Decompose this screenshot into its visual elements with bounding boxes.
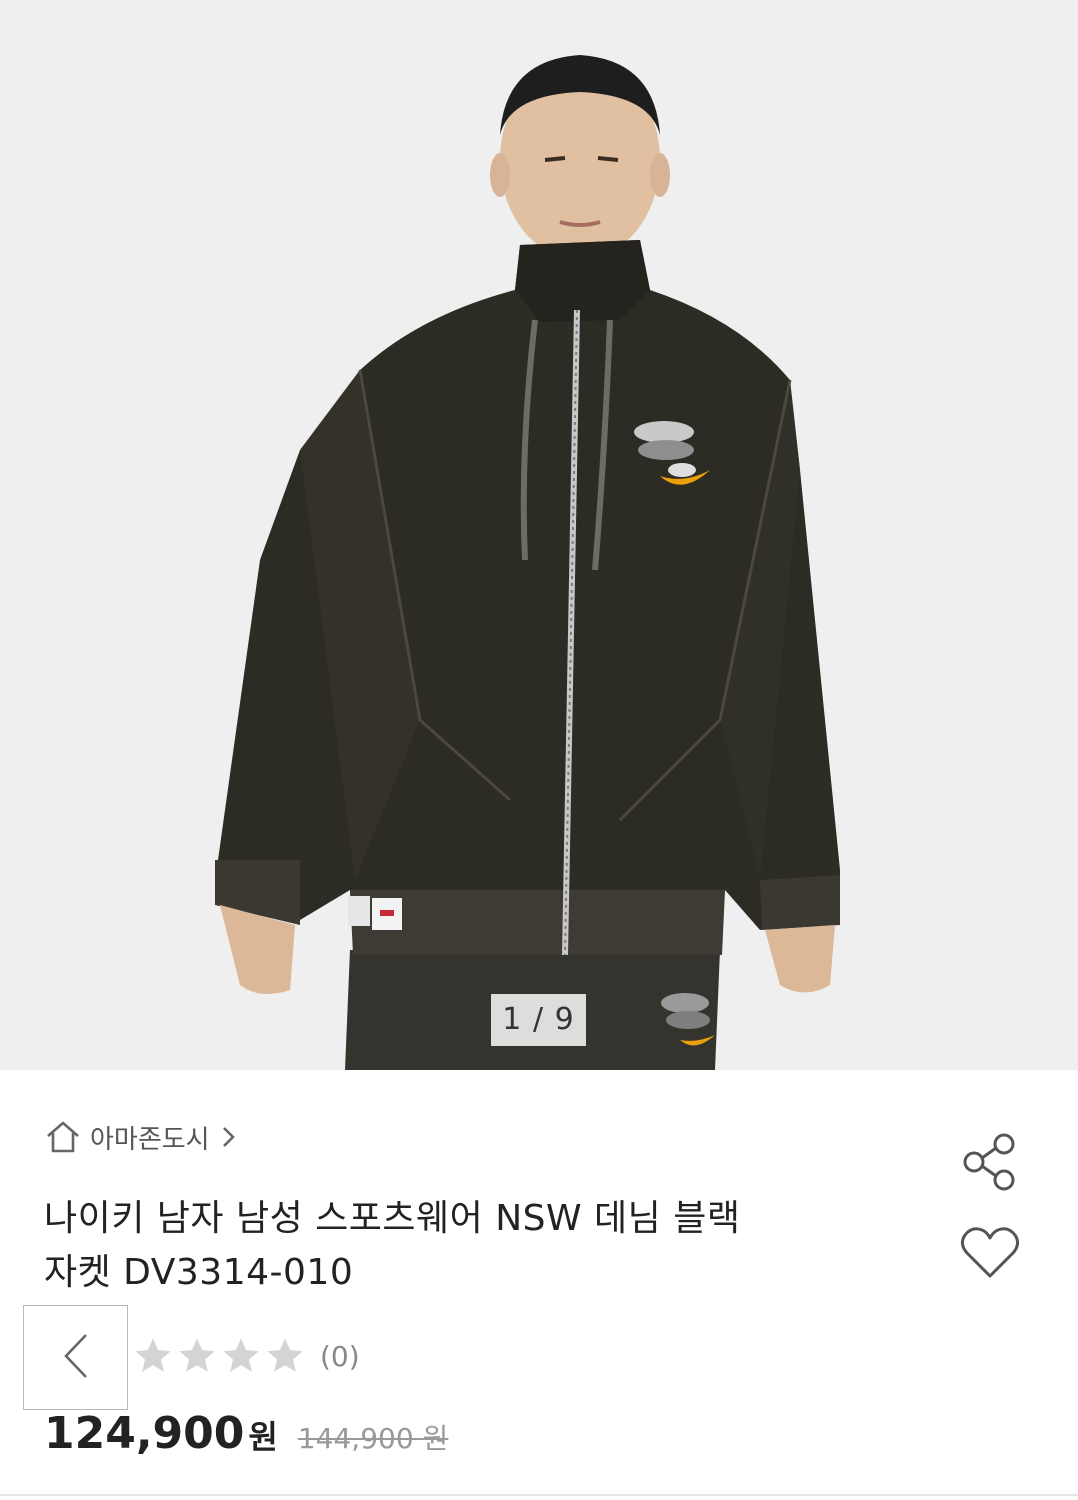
product-title-line-2: 자켓 DV3314-010 <box>44 1252 354 1293</box>
sale-price: 124,900 <box>44 1408 245 1459</box>
back-button[interactable] <box>23 1305 128 1410</box>
product-photo <box>0 0 1078 1070</box>
star-icon <box>132 1335 174 1377</box>
chevron-right-icon <box>218 1122 240 1152</box>
store-name: 아마존도시 <box>90 1124 210 1155</box>
price-row: 124,900 원 144,900 원 <box>44 1408 448 1472</box>
image-counter-separator: / <box>532 1002 545 1037</box>
star-icon <box>264 1335 306 1377</box>
product-title: 나이키 남자 남성 스포츠웨어 NSW 데님 블랙 자켓 DV3314-010 <box>44 1192 904 1300</box>
heart-icon <box>958 1227 1022 1286</box>
star-icon <box>220 1335 262 1377</box>
share-icon <box>958 1133 1022 1196</box>
image-counter-current: 1 <box>502 1002 523 1037</box>
product-rating[interactable]: (0) <box>132 1332 360 1380</box>
original-price: 144,900 원 <box>297 1422 449 1455</box>
star-icon <box>176 1335 218 1377</box>
image-counter: 1 / 9 <box>491 994 586 1046</box>
share-button[interactable] <box>958 1132 1022 1192</box>
review-count: (0) <box>320 1339 360 1373</box>
divider <box>0 1494 1078 1496</box>
chevron-left-icon <box>56 1329 96 1387</box>
image-counter-total: 9 <box>554 1002 575 1037</box>
like-button[interactable] <box>958 1224 1022 1282</box>
product-title-line-1: 나이키 남자 남성 스포츠웨어 NSW 데님 블랙 <box>44 1198 741 1239</box>
price-unit: 원 <box>248 1418 278 1456</box>
home-icon <box>44 1118 82 1156</box>
store-link[interactable]: 아마존도시 <box>44 1115 240 1159</box>
product-image-gallery[interactable]: 1 / 9 <box>0 0 1078 1070</box>
